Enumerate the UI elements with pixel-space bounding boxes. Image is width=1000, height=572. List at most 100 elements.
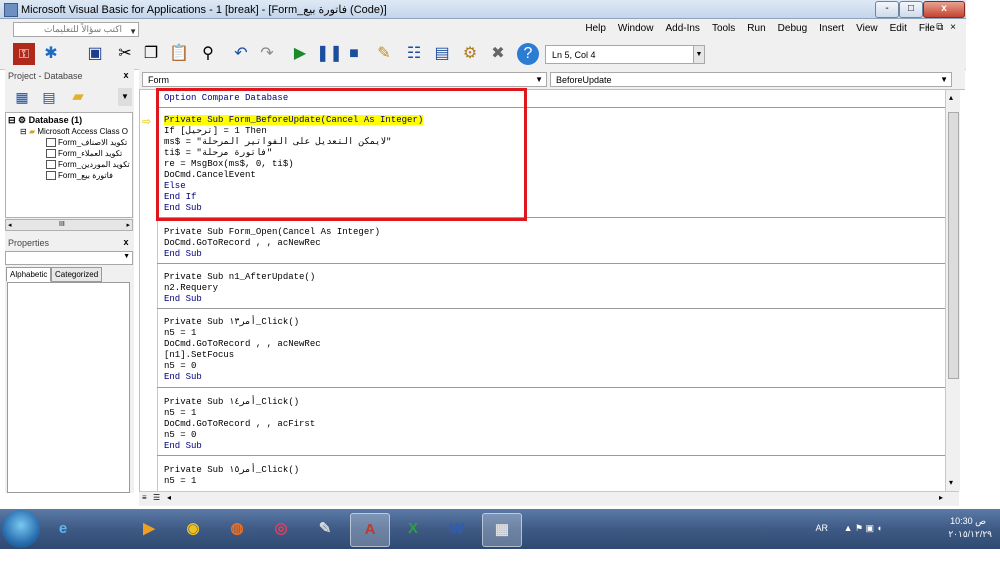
- scroll-down-icon[interactable]: ▾: [949, 478, 953, 487]
- menu-help[interactable]: Help: [585, 23, 606, 34]
- project-panel-close-button[interactable]: x: [121, 70, 131, 81]
- cut-icon[interactable]: ✂: [114, 43, 136, 65]
- code-horizontal-scrollbar[interactable]: ≡ ☰ ◂ ▸: [139, 491, 959, 506]
- scroll-right-icon[interactable]: ▸: [126, 221, 130, 229]
- excel-icon[interactable]: X: [394, 513, 432, 545]
- access-icon[interactable]: A: [350, 513, 390, 547]
- menu-view[interactable]: View: [856, 23, 878, 34]
- properties-panel-title: Properties: [5, 236, 134, 250]
- minimize-button[interactable]: -: [875, 1, 899, 18]
- redo-icon[interactable]: ↷: [256, 43, 278, 65]
- clock-time[interactable]: 10:30 ص: [950, 516, 986, 527]
- menu-insert[interactable]: Insert: [819, 23, 844, 34]
- close-button[interactable]: x: [923, 1, 965, 18]
- project-horizontal-scrollbar[interactable]: ◂ III ▸: [5, 219, 133, 231]
- design-mode-icon[interactable]: ✎: [373, 43, 395, 65]
- scroll-thumb-grip[interactable]: III: [59, 221, 65, 228]
- toggle-folders-icon[interactable]: ▰: [67, 86, 89, 108]
- menu-tools[interactable]: Tools: [712, 23, 735, 34]
- procedure-separator: [157, 263, 946, 264]
- firefox-icon[interactable]: ◍: [218, 513, 256, 545]
- properties-window-icon[interactable]: ▤: [431, 43, 453, 65]
- tree-item-form[interactable]: Form_تكويد الموردين: [46, 159, 130, 170]
- tree-item-form[interactable]: Form_فاتورة بيع: [46, 170, 113, 181]
- code-line: n5 = 0: [164, 430, 197, 440]
- form-icon: [46, 138, 56, 148]
- menu-debug[interactable]: Debug: [778, 23, 807, 34]
- chevron-down-icon[interactable]: ▼: [940, 73, 948, 87]
- tree-root-label: Database (1): [28, 115, 83, 125]
- word-icon[interactable]: W: [438, 513, 476, 545]
- object-combo[interactable]: Form ▼: [142, 72, 547, 87]
- chevron-down-icon[interactable]: ▼: [123, 253, 130, 260]
- scroll-right-icon[interactable]: ▸: [939, 493, 943, 502]
- chevron-down-icon[interactable]: ▼: [693, 45, 705, 64]
- page-background: [0, 549, 1000, 572]
- internet-explorer-icon[interactable]: e: [44, 513, 82, 545]
- menu-run[interactable]: Run: [747, 23, 765, 34]
- app-swirl-icon[interactable]: ◎: [262, 513, 300, 545]
- code-line: [n1].SetFocus: [164, 350, 235, 360]
- properties-panel-close-button[interactable]: x: [121, 237, 131, 248]
- help-icon[interactable]: ?: [517, 43, 539, 65]
- chrome-icon[interactable]: ◉: [174, 513, 212, 545]
- tree-folder[interactable]: ⊟ ▰ Microsoft Access Class O: [20, 126, 128, 137]
- chevron-down-icon[interactable]: ▼: [535, 73, 543, 87]
- ask-question-input[interactable]: اكتب سؤالاً للتعليمات ▼: [13, 22, 139, 37]
- view-object-icon[interactable]: ▤: [38, 86, 60, 108]
- properties-object-select[interactable]: ▼: [5, 251, 133, 265]
- properties-grid[interactable]: [7, 282, 130, 493]
- save-icon[interactable]: ▣: [84, 43, 106, 65]
- mdi-window-controls[interactable]: - ⧉ ×: [926, 22, 958, 33]
- undo-icon[interactable]: ↶: [230, 43, 252, 65]
- copy-icon[interactable]: ❐: [140, 43, 162, 65]
- tree-item-form[interactable]: Form_تكويد الاصناف: [46, 137, 127, 148]
- tree-item-label: Form_تكويد الموردين: [58, 160, 130, 169]
- view-access-icon[interactable]: ⚿: [13, 43, 35, 65]
- procedure-combo[interactable]: BeforeUpdate ▼: [550, 72, 952, 87]
- scroll-left-icon[interactable]: ◂: [167, 493, 171, 502]
- menu-add-ins[interactable]: Add-Ins: [665, 23, 699, 34]
- project-panel-title-text: Project - Database: [8, 71, 83, 81]
- media-player-icon[interactable]: ▶: [130, 513, 168, 545]
- scroll-up-icon[interactable]: ▴: [949, 93, 953, 102]
- break-icon[interactable]: ❚❚: [316, 43, 343, 65]
- tree-root[interactable]: ⊟ ⚙ Database (1): [8, 115, 82, 126]
- windows-taskbar: e ▶ ◉ ◍ ◎ ✎ A X W ▦ AR ▲ ⚑ ▣ ◖ 10:30 ص ٢…: [0, 509, 1000, 549]
- menu-edit[interactable]: Edit: [890, 23, 907, 34]
- scroll-thumb[interactable]: [948, 112, 959, 379]
- paste-icon[interactable]: 📋: [168, 43, 190, 65]
- start-button[interactable]: [2, 510, 40, 548]
- clock-date[interactable]: ٢٠١٥/١٢/٢٩: [948, 529, 992, 540]
- tray-icons[interactable]: ▲ ⚑ ▣ ◖: [844, 523, 882, 534]
- scroll-left-icon[interactable]: ◂: [8, 221, 12, 229]
- project-tree: ⊟ ⚙ Database (1) ⊟ ▰ Microsoft Access Cl…: [5, 112, 133, 218]
- maximize-button[interactable]: □: [899, 1, 923, 18]
- chevron-down-icon[interactable]: ▼: [118, 88, 132, 106]
- toolbox-icon[interactable]: ✖: [487, 43, 509, 65]
- tools-icon[interactable]: ✎: [306, 513, 344, 545]
- menu-window[interactable]: Window: [618, 23, 654, 34]
- project-explorer-icon[interactable]: ☷: [403, 43, 425, 65]
- menu-items: Help Window Add-Ins Tools Run Debug Inse…: [585, 23, 935, 34]
- vba-editor-icon[interactable]: ▦: [482, 513, 522, 547]
- procedure-view-icon[interactable]: ≡: [142, 493, 147, 502]
- full-module-view-icon[interactable]: ☰: [153, 493, 160, 502]
- object-browser-icon[interactable]: ⚙: [459, 43, 481, 65]
- code-line: n5 = 0: [164, 361, 197, 371]
- tab-categorized[interactable]: Categorized: [51, 267, 103, 282]
- tab-alphabetic[interactable]: Alphabetic: [6, 267, 52, 282]
- run-icon[interactable]: ▶: [289, 43, 311, 65]
- find-icon[interactable]: ⚲: [197, 43, 219, 65]
- code-line: Private Sub أمر١٥_Click(): [164, 465, 300, 475]
- insert-userform-icon[interactable]: ✱: [40, 43, 62, 65]
- properties-panel-title-text: Properties: [8, 238, 50, 248]
- chevron-down-icon[interactable]: ▼: [129, 25, 137, 38]
- code-line: n5 = 1: [164, 328, 197, 338]
- code-line: Private Sub أمر١٣_Click(): [164, 317, 300, 327]
- view-code-icon[interactable]: ▦: [11, 86, 33, 108]
- reset-icon[interactable]: ■: [343, 43, 365, 65]
- tree-item-form[interactable]: Form_تكويد العملاء: [46, 148, 122, 159]
- code-vertical-scrollbar[interactable]: ▴ ▾: [945, 90, 960, 491]
- language-indicator[interactable]: AR: [815, 523, 828, 533]
